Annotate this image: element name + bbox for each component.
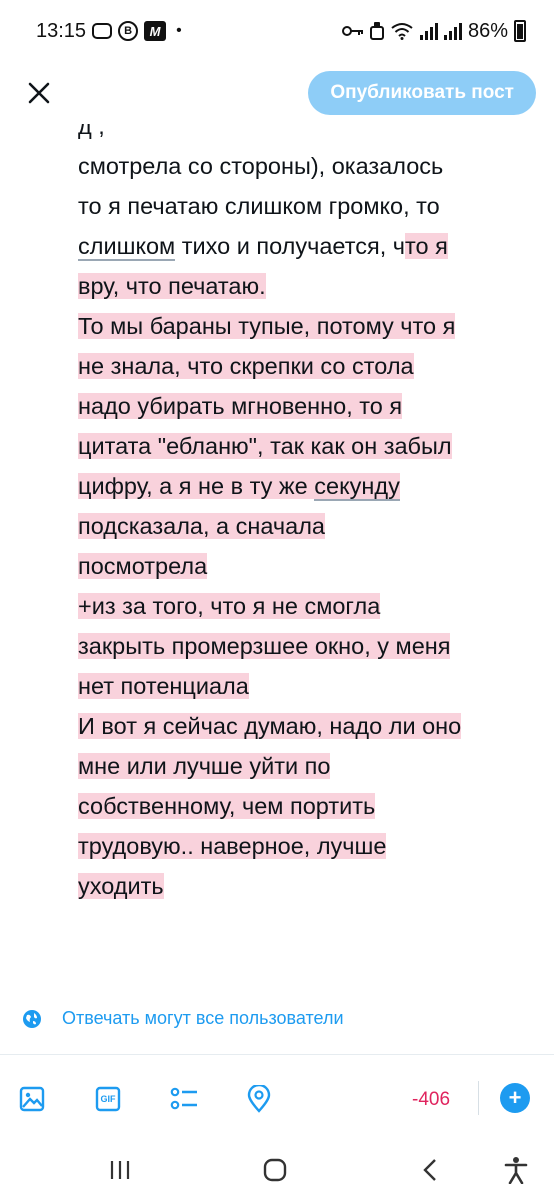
compose-line: д , — [78, 124, 538, 146]
compose-segment: смотрела со стороны), оказалось — [78, 153, 444, 179]
publish-post-button[interactable]: Опубликовать пост — [308, 71, 536, 115]
compose-segment: цифру, а я не в ту же — [78, 473, 315, 499]
b-circle-icon: B — [118, 21, 139, 41]
compose-header: Опубликовать пост — [0, 62, 554, 124]
accessibility-button[interactable] — [496, 1152, 536, 1188]
overflow-text: уходить — [78, 873, 164, 899]
android-icon — [369, 21, 384, 41]
tweet-text-input[interactable]: д , смотрела со стороны), оказалось то я п… — [78, 124, 538, 906]
close-button[interactable] — [22, 76, 56, 110]
overflow-text: То мы бараны тупые, потому что я — [78, 313, 456, 339]
recent-apps-button[interactable] — [100, 1152, 140, 1188]
compose-line: мне или лучше уйти по — [78, 746, 538, 786]
wifi-icon — [390, 22, 414, 40]
system-nav-bar — [0, 1140, 554, 1200]
toolbar-separator — [478, 1081, 479, 1115]
dot-icon: • — [176, 22, 182, 39]
compose-line: закрыть промерзшее окно, у меня — [78, 626, 538, 666]
compose-line: надо убирать мгновенно, то я — [78, 386, 538, 426]
overflow-text: закрыть промерзшее окно, у меня — [78, 633, 451, 659]
compose-segment: тихо и получается, ч — [175, 233, 405, 259]
compose-line: не знала, что скрепки со стола — [78, 346, 538, 386]
m-app-icon: M — [144, 21, 167, 41]
add-poll-button[interactable] — [168, 1083, 200, 1115]
status-right: 86% — [341, 19, 526, 43]
compose-line: цитата "ебланю", так как он забыл — [78, 426, 538, 466]
gif-label: GIF — [100, 1094, 116, 1104]
overflow-text: цитата "ебланю", так как он забыл — [78, 433, 452, 459]
compose-line: И вот я сейчас думаю, надо ли оно — [78, 706, 538, 746]
character-counter: -406 — [412, 1089, 451, 1110]
add-location-button[interactable] — [243, 1083, 275, 1115]
home-button[interactable] — [255, 1152, 295, 1188]
overflow-text: вру, что печатаю. — [78, 273, 266, 299]
compose-line: нет потенциала — [78, 666, 538, 706]
divider — [0, 1054, 554, 1055]
poll-icon — [170, 1087, 197, 1110]
compose-segment: то я печатаю слишком громко, то — [78, 193, 440, 219]
add-gif-button[interactable]: GIF — [92, 1083, 124, 1115]
home-icon — [263, 1158, 287, 1182]
compose-line: смотрела со стороны), оказалось — [78, 146, 538, 186]
overflow-text: мне или лучше уйти по — [78, 753, 331, 779]
overflow-text: +из за того, что я не смогла — [78, 593, 381, 619]
compose-line: вру, что печатаю. — [78, 266, 538, 306]
key-icon — [341, 24, 364, 38]
add-icon: + — [508, 1085, 522, 1110]
overflow-text: подсказала, а сначала — [78, 513, 326, 539]
status-left: 13:15 B M • — [36, 20, 182, 43]
signal-icon — [419, 22, 438, 40]
overflow-text: надо убирать мгновенно, то я — [78, 393, 403, 419]
image-icon — [19, 1086, 45, 1112]
recent-apps-icon — [110, 1161, 130, 1179]
compose-line: то я печатаю слишком громко, то — [78, 186, 538, 226]
pill-notification-icon — [92, 23, 113, 39]
overflow-text: посмотрела — [78, 553, 208, 579]
compose-line: цифру, а я не в ту же секунду — [78, 466, 538, 506]
spellcheck-word: секунду — [314, 473, 400, 501]
back-button[interactable] — [410, 1152, 450, 1188]
battery-percent: 86% — [467, 19, 508, 42]
compose-line: уходить — [78, 866, 538, 906]
location-icon — [247, 1085, 271, 1113]
add-tweet-button[interactable]: + — [500, 1083, 530, 1113]
signal-icon — [443, 22, 462, 40]
compose-segment: д , — [78, 124, 105, 139]
reply-setting-label: Отвечать могут все пользователи — [62, 1008, 344, 1028]
compose-line: +из за того, что я не смогла — [78, 586, 538, 626]
compose-area[interactable]: д , смотрела со стороны), оказалось то я п… — [0, 124, 554, 984]
back-icon — [423, 1159, 436, 1181]
overflow-text: нет потенциала — [78, 673, 249, 699]
overflow-text: не знала, что скрепки со стола — [78, 353, 414, 379]
compose-line: слишком тихо и получается, что я — [78, 226, 538, 266]
spellcheck-word: слишком — [78, 233, 176, 261]
globe-icon — [23, 1009, 41, 1028]
compose-line: подсказала, а сначала — [78, 506, 538, 546]
compose-line: То мы бараны тупые, потому что я — [78, 306, 538, 346]
compose-line: собственному, чем портить — [78, 786, 538, 826]
compose-segment: то я — [405, 233, 448, 259]
close-icon — [28, 82, 50, 104]
status-time: 13:15 — [36, 19, 87, 42]
add-image-button[interactable] — [16, 1083, 48, 1115]
overflow-text: И вот я сейчас думаю, надо ли оно — [78, 713, 462, 739]
compose-line: посмотрела — [78, 546, 538, 586]
compose-toolbar: GIF -406 + — [0, 1075, 554, 1125]
reply-setting-button[interactable]: Отвечать могут все пользователи — [22, 1008, 344, 1029]
compose-line: трудовую.. наверное, лучше — [78, 826, 538, 866]
overflow-text: трудовую.. наверное, лучше — [78, 833, 387, 859]
accessibility-icon — [504, 1157, 528, 1184]
status-bar: 13:15 B M • 86% — [0, 0, 554, 62]
battery-icon — [514, 20, 526, 42]
overflow-text: собственному, чем портить — [78, 793, 376, 819]
